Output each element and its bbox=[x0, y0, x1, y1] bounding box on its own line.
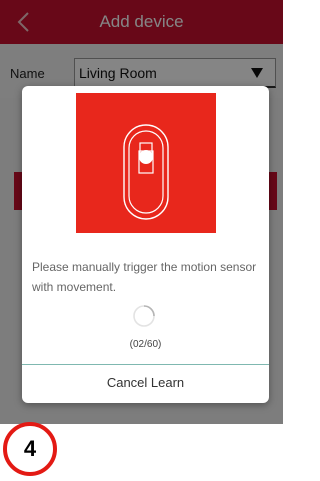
learn-dialog: Please manually trigger the motion senso… bbox=[22, 86, 269, 403]
loading-spinner-icon bbox=[132, 304, 156, 328]
add-device-screen: Add device Name Living Room Please manua… bbox=[0, 0, 283, 481]
learn-progress-counter: (02/60) bbox=[129, 339, 162, 350]
step-number-badge: 4 bbox=[3, 422, 57, 476]
motion-sensor-icon bbox=[123, 124, 169, 220]
sensor-illustration bbox=[76, 93, 216, 233]
cancel-learn-button[interactable]: Cancel Learn bbox=[22, 365, 269, 403]
instruction-text: Please manually trigger the motion senso… bbox=[32, 260, 257, 294]
